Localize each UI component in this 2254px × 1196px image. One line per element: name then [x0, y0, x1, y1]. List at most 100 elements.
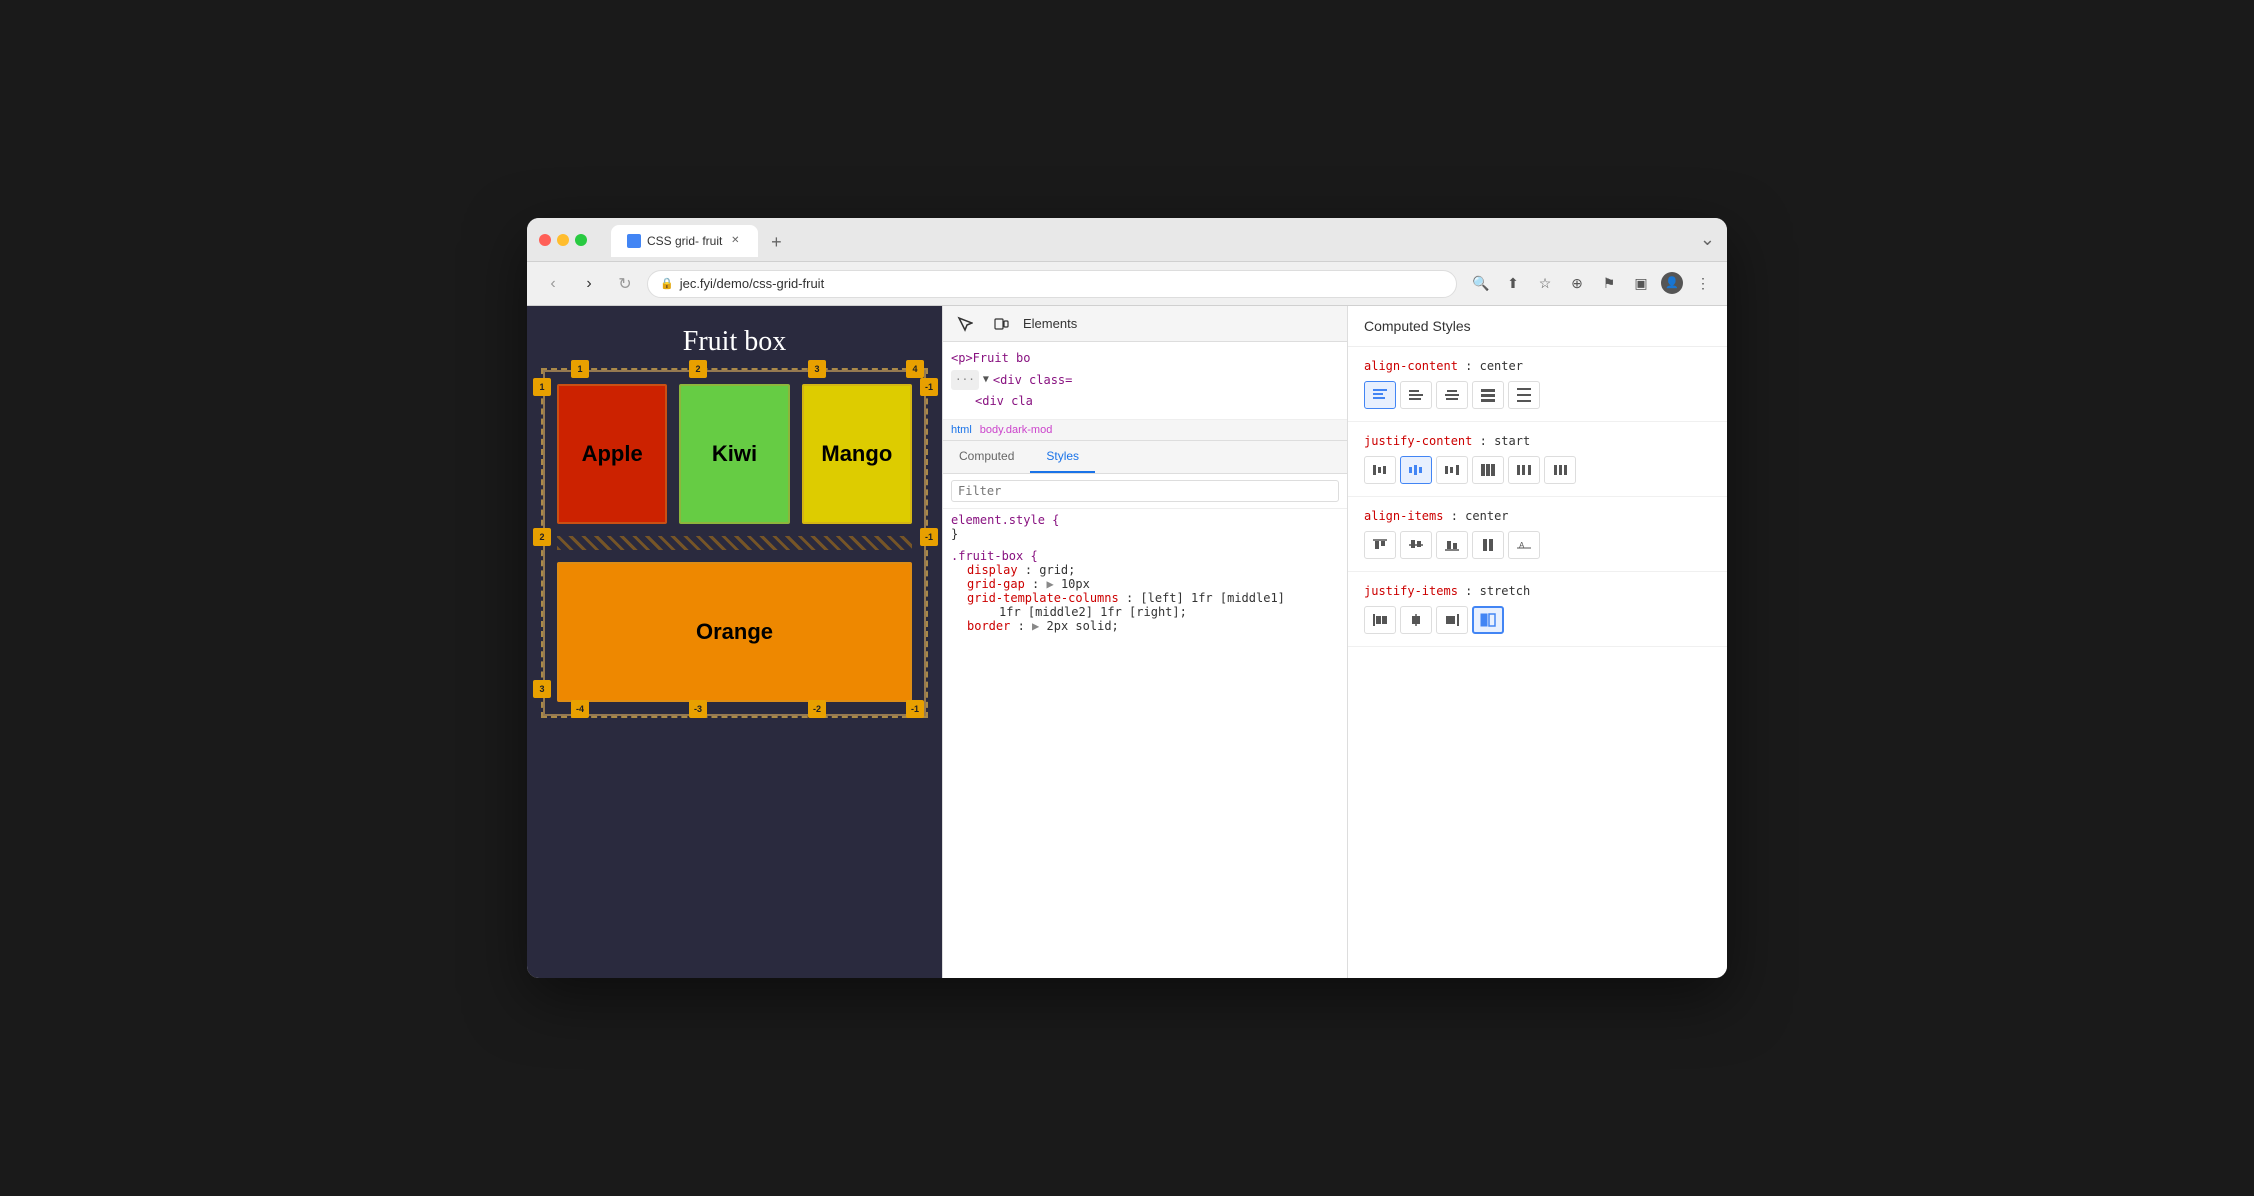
grid-marker-bot-neg1: -1 [906, 700, 924, 718]
ai-stretch-btn[interactable] [1472, 531, 1504, 559]
html-tag-p: <p>Fruit bo [951, 348, 1030, 370]
html-line-3: <div cla [951, 391, 1339, 413]
grid-marker-bot-neg4: -4 [571, 700, 589, 718]
css-prop-display: display : grid; [951, 563, 1339, 577]
zoom-icon[interactable]: 🔍 [1469, 272, 1493, 296]
minimize-button[interactable] [557, 234, 569, 246]
title-bar: CSS grid- fruit ✕ + ⌄ [527, 218, 1727, 262]
jc-between-btn[interactable] [1508, 456, 1540, 484]
css-prop-grid-template: grid-template-columns : [left] 1fr [midd… [951, 591, 1339, 605]
ai-baseline-btn[interactable]: A [1508, 531, 1540, 559]
ai-start-btn[interactable] [1364, 531, 1396, 559]
mango-cell: Mango [802, 384, 912, 524]
align-items-prop: align-items : center [1364, 509, 1711, 523]
css-prop-border: border : ▶ 2px solid; [951, 619, 1339, 633]
align-content-stretch-btn[interactable] [1472, 381, 1504, 409]
toolbar-icons: 🔍 ⬆ ☆ ⊕ ⚑ ▣ 👤 ⋮ [1469, 272, 1715, 296]
tab-bar: CSS grid- fruit ✕ + [611, 223, 790, 257]
html-tree: <p>Fruit bo ··· ▼ <div class= <div cla [943, 342, 1347, 420]
grid-marker-left-1: 1 [533, 378, 551, 396]
align-content-start-btn[interactable] [1364, 381, 1396, 409]
refresh-button[interactable]: ↻ [611, 270, 639, 298]
grid-gap-expand[interactable]: ▶ [1046, 577, 1053, 591]
filter-input[interactable] [951, 480, 1339, 502]
active-tab[interactable]: CSS grid- fruit ✕ [611, 225, 758, 257]
align-content-buttons [1364, 381, 1711, 409]
bookmark-icon[interactable]: ☆ [1533, 272, 1557, 296]
justify-items-section: justify-items : stretch [1348, 572, 1727, 647]
justify-content-prop: justify-content : start [1364, 434, 1711, 448]
align-content-center-btn[interactable] [1436, 381, 1468, 409]
tab-close-button[interactable]: ✕ [728, 234, 742, 248]
css-rules: element.style { } .fruit-box { display :… [943, 509, 1347, 978]
align-content-end-btn[interactable] [1400, 381, 1432, 409]
computed-styles-panel: Computed Styles align-content : center [1347, 306, 1727, 978]
css-rule-element-style: element.style { } [951, 513, 1339, 541]
maximize-button[interactable] [575, 234, 587, 246]
jc-stretch-btn[interactable] [1472, 456, 1504, 484]
jc-end-btn[interactable] [1436, 456, 1468, 484]
css-selector-element: element.style { [951, 513, 1059, 527]
css-close-brace: } [951, 527, 958, 541]
grid-marker-4: 4 [906, 360, 924, 378]
expand-triangle[interactable]: ▼ [983, 371, 989, 389]
html-line-1: <p>Fruit bo [951, 348, 1339, 370]
breadcrumb-html[interactable]: html [951, 424, 972, 436]
elements-tab-label[interactable]: Elements [1023, 316, 1077, 331]
fruit-grid: Apple Kiwi Mango Orange [543, 370, 926, 716]
element-picker-icon[interactable] [951, 310, 979, 338]
jc-start-btn[interactable] [1364, 456, 1396, 484]
close-button[interactable] [539, 234, 551, 246]
extension-icon[interactable]: ⊕ [1565, 272, 1589, 296]
profile-icon[interactable]: 👤 [1661, 272, 1683, 294]
flag-icon[interactable]: ⚑ [1597, 272, 1621, 296]
url-text: jec.fyi/demo/css-grid-fruit [680, 276, 824, 291]
ai-end-btn[interactable] [1436, 531, 1468, 559]
ji-end-btn[interactable] [1436, 606, 1468, 634]
devtools-panel: Elements <p>Fruit bo ··· ▼ <div class= <… [942, 306, 1347, 978]
tab-computed[interactable]: Computed [943, 441, 1030, 473]
grid-marker-3: 3 [808, 360, 826, 378]
justify-content-buttons [1364, 456, 1711, 484]
forward-button[interactable]: › [575, 270, 603, 298]
align-content-between-btn[interactable] [1508, 381, 1540, 409]
url-bar[interactable]: 🔒 jec.fyi/demo/css-grid-fruit [647, 270, 1457, 298]
ji-stretch-btn[interactable] [1472, 606, 1504, 634]
ji-center-btn[interactable] [1400, 606, 1432, 634]
jc-around-btn[interactable] [1544, 456, 1576, 484]
grid-marker-left-3: 3 [533, 680, 551, 698]
svg-text:A: A [1519, 541, 1525, 550]
apple-cell: Apple [557, 384, 667, 524]
device-mode-icon[interactable] [987, 310, 1015, 338]
back-button[interactable]: ‹ [539, 270, 567, 298]
new-tab-button[interactable]: + [762, 229, 790, 257]
jc-center-btn[interactable] [1400, 456, 1432, 484]
grid-wrapper: 1 2 3 4 1 2 3 -1 -1 -4 -3 -2 -1 Apple [543, 370, 926, 716]
ai-center-btn[interactable] [1400, 531, 1432, 559]
breadcrumb-bar: html body.dark-mod [943, 420, 1347, 441]
expand-dots[interactable]: ··· [951, 370, 979, 390]
align-items-section: align-items : center [1348, 497, 1727, 572]
grid-marker-bot-neg2: -2 [808, 700, 826, 718]
grid-marker-neg1: -1 [920, 378, 938, 396]
html-tag-div2: <div cla [975, 391, 1033, 413]
css-prop-grid-template-cont: 1fr [middle2] 1fr [right]; [951, 605, 1339, 619]
lock-icon: 🔒 [660, 277, 674, 290]
breadcrumb-body[interactable]: body.dark-mod [980, 424, 1053, 436]
grid-marker-1: 1 [571, 360, 589, 378]
window-menu-icon[interactable]: ⌄ [1700, 229, 1715, 250]
css-selector-fruit-box: .fruit-box { [951, 549, 1038, 563]
gap-row [557, 536, 912, 550]
more-menu-icon[interactable]: ⋮ [1691, 272, 1715, 296]
css-prop-grid-gap: grid-gap : ▶ 10px [951, 577, 1339, 591]
ji-start-btn[interactable] [1364, 606, 1396, 634]
main-content: Fruit box 1 2 3 4 1 2 3 -1 -1 -4 -3 -2 -… [527, 306, 1727, 978]
tab-styles[interactable]: Styles [1030, 441, 1095, 473]
border-expand[interactable]: ▶ [1032, 619, 1039, 633]
kiwi-cell: Kiwi [679, 384, 789, 524]
devtools-toolbar: Elements [943, 306, 1347, 342]
layout-icon[interactable]: ▣ [1629, 272, 1653, 296]
computed-styles-title: Computed Styles [1348, 306, 1727, 347]
share-icon[interactable]: ⬆ [1501, 272, 1525, 296]
align-content-section: align-content : center [1348, 347, 1727, 422]
